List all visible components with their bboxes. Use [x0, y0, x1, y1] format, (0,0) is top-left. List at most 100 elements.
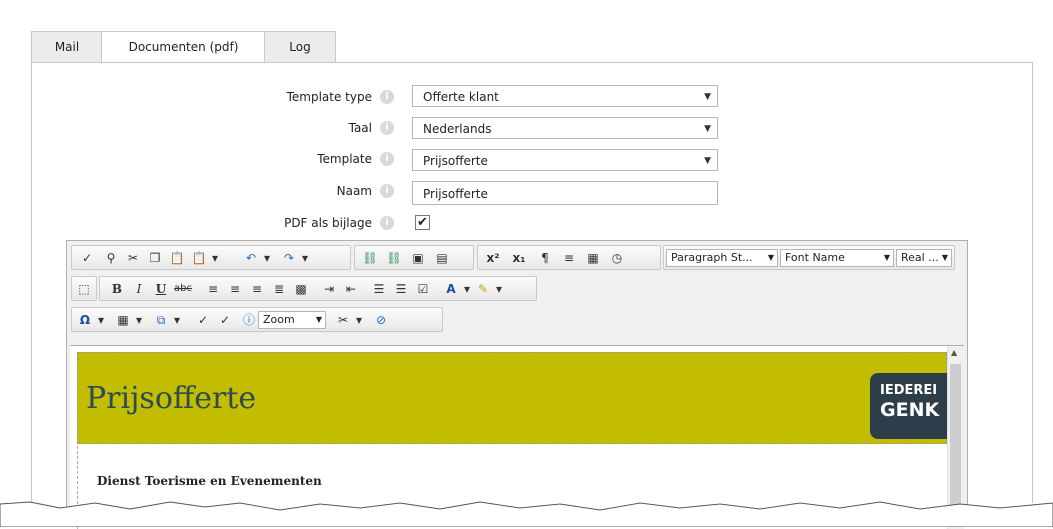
font-size-select[interactable]: Real ... ▼: [896, 249, 952, 267]
template-type-value: Offerte klant: [423, 90, 499, 104]
tab-mail[interactable]: Mail: [31, 31, 103, 63]
date-icon[interactable]: ▦: [584, 249, 602, 267]
unordered-list-icon[interactable]: ☰: [392, 280, 410, 298]
zoom-select[interactable]: Zoom ▼: [258, 311, 326, 329]
properties-icon[interactable]: ▤: [433, 249, 451, 267]
image-icon[interactable]: ▣: [409, 249, 427, 267]
paragraph-icon[interactable]: ¶: [536, 249, 554, 267]
chevron-down-icon[interactable]: ▾: [296, 249, 314, 267]
find-icon[interactable]: ⚲: [102, 249, 120, 267]
strikethrough-icon[interactable]: abc: [174, 280, 192, 298]
naam-row: Naam: [200, 179, 372, 203]
torn-edge: [0, 501, 1053, 527]
underline-icon[interactable]: U: [152, 280, 170, 298]
align-icon[interactable]: ≡: [560, 249, 578, 267]
font-name-value: Font Name: [785, 251, 845, 264]
toolbar-group-text: B I U abc ≡ ≡ ≡ ≣ ▩ ⇥ ⇤ ☰ ☰ ☑ A ▾ ✎ ▾: [99, 276, 537, 301]
toolbar-group-format: x² x₁ ¶ ≡ ▦ ◷: [477, 245, 661, 270]
template-type-row: Template type: [200, 85, 372, 109]
template-value: Prijsofferte: [423, 154, 488, 168]
cut-icon[interactable]: ✂: [124, 249, 142, 267]
align-center-icon[interactable]: ≡: [226, 280, 244, 298]
spellcheck-icon[interactable]: ✓: [78, 249, 96, 267]
paragraph-style-select[interactable]: Paragraph St... ▼: [666, 249, 778, 267]
clock-icon[interactable]: ◷: [608, 249, 626, 267]
subscript-icon[interactable]: x₁: [510, 249, 528, 267]
copy-icon[interactable]: ❐: [146, 249, 164, 267]
info-icon[interactable]: i: [380, 121, 394, 135]
chevron-down-icon[interactable]: ▾: [206, 249, 224, 267]
outdent-icon[interactable]: ⇤: [342, 280, 360, 298]
chevron-down-icon[interactable]: ▾: [350, 311, 368, 329]
chevron-down-icon: ▼: [883, 253, 890, 262]
template-type-select[interactable]: Offerte klant ▼: [412, 85, 718, 107]
document-banner: Prijsofferte IEDEREI GENK: [77, 352, 948, 444]
font-name-select[interactable]: Font Name ▼: [780, 249, 894, 267]
align-left-icon[interactable]: ≡: [204, 280, 222, 298]
template-row: Template: [200, 147, 372, 171]
align-right-icon[interactable]: ≡: [248, 280, 266, 298]
justify-icon[interactable]: ≣: [270, 280, 288, 298]
pdf-row: PDF als bijlage: [200, 211, 372, 235]
chevron-down-icon: ▼: [767, 253, 774, 262]
tab-label: Log: [289, 40, 311, 54]
toolbar-row-2: ⬚ B I U abc ≡ ≡ ≡ ≣ ▩ ⇥ ⇤ ☰ ☰ ☑ A ▾ ✎ ▾: [71, 276, 961, 301]
indent-icon[interactable]: ⇥: [320, 280, 338, 298]
section-heading: Dienst Toerisme en Evenementen: [97, 474, 322, 488]
toolbar-group-dropdowns: Paragraph St... ▼ Font Name ▼ Real ... ▼: [663, 245, 955, 270]
rich-text-editor: ✓ ⚲ ✂ ❐ 📋 📋 ▾ ↶ ▾ ↷ ▾ ⛓ ⛓ ▣ ▤ x² x₁ ¶ ≡ …: [66, 240, 968, 529]
template-label: Template: [317, 152, 372, 166]
unlink-icon[interactable]: ⛓: [385, 249, 403, 267]
logo-line-1: IEDEREI: [880, 383, 938, 398]
template-type-label: Template type: [286, 90, 372, 104]
pdf-label: PDF als bijlage: [284, 216, 372, 230]
font-size-value: Real ...: [901, 251, 939, 264]
paragraph-style-value: Paragraph St...: [671, 251, 753, 264]
clear-format-icon[interactable]: ▩: [292, 280, 310, 298]
tab-label: Mail: [54, 40, 80, 54]
chevron-down-icon[interactable]: ▾: [130, 311, 148, 329]
spell-icon[interactable]: ✓: [194, 311, 212, 329]
clean-icon[interactable]: ⊘: [372, 311, 390, 329]
chevron-down-icon[interactable]: ▾: [92, 311, 110, 329]
info-icon[interactable]: i: [380, 216, 394, 230]
tab-log[interactable]: Log: [264, 31, 336, 63]
chevron-down-icon[interactable]: ▾: [258, 249, 276, 267]
toolbar-group-select: ⬚: [71, 276, 97, 301]
superscript-icon[interactable]: x²: [484, 249, 502, 267]
taal-label: Taal: [348, 121, 372, 135]
naam-label: Naam: [336, 184, 372, 198]
info-icon[interactable]: ⓘ: [240, 311, 258, 329]
italic-icon[interactable]: I: [130, 280, 148, 298]
scroll-up-icon[interactable]: ▲: [951, 348, 957, 357]
template-select[interactable]: Prijsofferte ▼: [412, 149, 718, 171]
chevron-down-icon: ▼: [704, 156, 711, 166]
spell-all-icon[interactable]: ✓: [216, 311, 234, 329]
info-icon[interactable]: i: [380, 184, 394, 198]
toolbar-group-insert: ⛓ ⛓ ▣ ▤: [354, 245, 474, 270]
bold-icon[interactable]: B: [108, 280, 126, 298]
info-icon[interactable]: i: [380, 90, 394, 104]
info-icon[interactable]: i: [380, 152, 394, 166]
toolbar-group-tools: Ω ▾ ▦ ▾ ⧉ ▾ ✓ ✓ ⓘ Zoom ▼ ✂ ▾ ⊘: [71, 307, 443, 332]
tab-documenten[interactable]: Documenten (pdf): [101, 31, 266, 64]
toolbar-row-1: ✓ ⚲ ✂ ❐ 📋 📋 ▾ ↶ ▾ ↷ ▾ ⛓ ⛓ ▣ ▤ x² x₁ ¶ ≡ …: [71, 245, 961, 270]
checkbox-icon[interactable]: ☑: [414, 280, 432, 298]
chevron-down-icon: ▼: [941, 253, 948, 262]
tab-label: Documenten (pdf): [128, 40, 239, 54]
chevron-down-icon[interactable]: ▾: [490, 280, 508, 298]
naam-value: Prijsofferte: [423, 187, 488, 201]
toolbar-group-edit: ✓ ⚲ ✂ ❐ 📋 📋 ▾ ↶ ▾ ↷ ▾: [71, 245, 351, 270]
chevron-down-icon: ▼: [704, 124, 711, 134]
taal-value: Nederlands: [423, 122, 492, 136]
ordered-list-icon[interactable]: ☰: [370, 280, 388, 298]
chevron-down-icon[interactable]: ▾: [168, 311, 186, 329]
naam-input[interactable]: Prijsofferte: [412, 181, 718, 205]
pdf-checkbox[interactable]: ✔: [415, 215, 430, 230]
select-all-icon[interactable]: ⬚: [75, 280, 93, 298]
link-icon[interactable]: ⛓: [361, 249, 379, 267]
taal-select[interactable]: Nederlands ▼: [412, 117, 718, 139]
chevron-down-icon: ▼: [704, 92, 711, 102]
chevron-down-icon: ▼: [315, 315, 322, 324]
paste-icon[interactable]: 📋: [168, 249, 186, 267]
